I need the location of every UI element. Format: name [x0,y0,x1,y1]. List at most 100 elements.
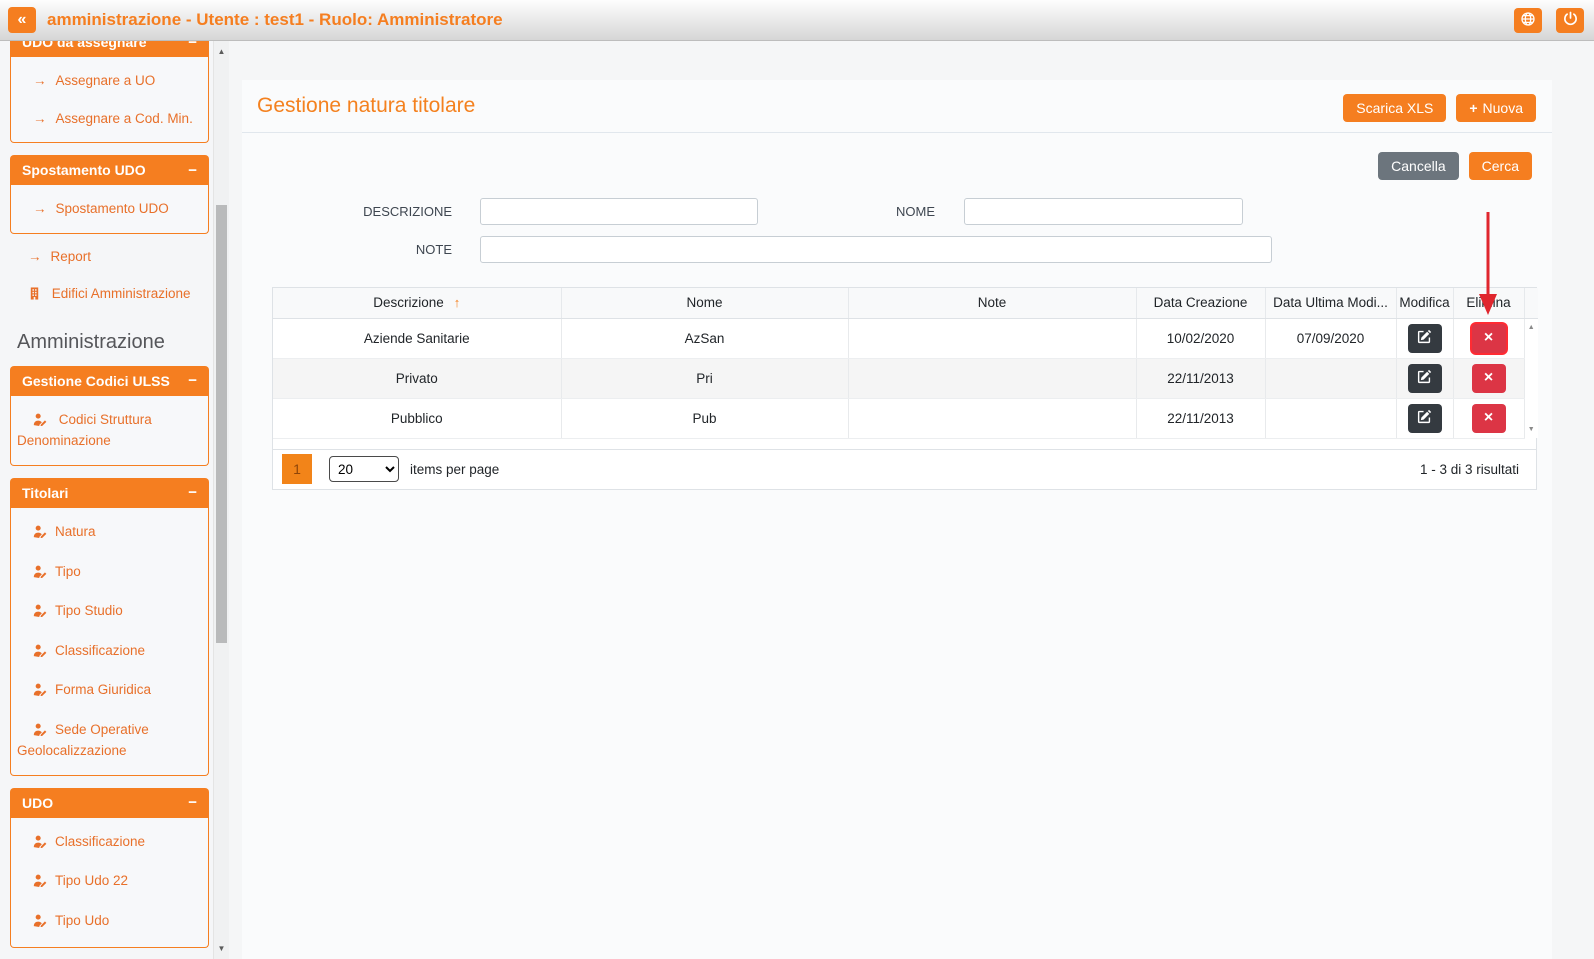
cell-data-ultima-modifica [1265,358,1396,398]
scrollbar-down-icon[interactable]: ▼ [214,944,229,953]
edit-pencil-icon [1417,329,1432,347]
sidebar-item-label: Tipo Udo 22 [55,873,128,888]
sidebar-item-codici-struttura-denominazione[interactable]: Codici Struttura Denominazione [15,401,204,460]
sidebar-item-udo-classificazione[interactable]: Classificazione [15,823,204,863]
arrow-right-icon: → [28,247,42,267]
collapse-minus-icon[interactable]: − [188,41,197,51]
cell-note [848,358,1136,398]
sidebar-item-natura[interactable]: Natura [15,513,204,553]
section-title: Gestione Codici ULSS [22,373,170,389]
scarica-xls-button[interactable]: Scarica XLS [1343,94,1446,122]
results-grid: Descrizione↑ Nome Note Data Creazione Da… [272,287,1537,490]
sidebar-item-report[interactable]: → Report [10,238,209,276]
sidebar-scrollbar-thumb[interactable] [216,205,227,643]
elimina-button[interactable]: × [1472,404,1506,433]
sidebar-item-label: Tipo Studio [55,603,123,618]
person-edit-icon [33,566,48,581]
sidebar-item-tipo[interactable]: Tipo [15,553,204,593]
section-title: Spostamento UDO [22,162,146,178]
sidebar-section-titolari: Titolari − Natura Tipo Tipo Studio Class… [10,478,209,776]
topbar-actions [1514,8,1584,33]
section-title: UDO da assegnare [22,41,147,50]
sidebar-item-edifici-amministrazione[interactable]: Edifici Amministrazione [10,275,209,315]
collapse-minus-icon[interactable]: − [188,484,197,501]
sidebar-scrollbar[interactable]: ▲ ▼ [213,41,229,959]
section-header-gestione-codici-ulss[interactable]: Gestione Codici ULSS − [10,366,209,396]
sidebar-section-gestione-codici-ulss: Gestione Codici ULSS − Codici Struttura … [10,366,209,466]
person-edit-icon [33,915,48,930]
column-header-modifica: Modifica [1396,288,1453,318]
person-edit-icon [33,875,48,890]
sidebar-item-assegnare-a-uo[interactable]: →Assegnare a UO [15,62,204,100]
note-label: NOTE [242,242,480,257]
modifica-button[interactable] [1408,324,1442,353]
cell-descrizione: Pubblico [273,398,561,438]
cancella-button[interactable]: Cancella [1378,152,1458,180]
cell-nome: Pub [561,398,848,438]
sidebar-section-udo-da-assegnare: UDO da assegnare − →Assegnare a UO →Asse… [10,41,209,143]
sidebar-item-spostamento-udo[interactable]: →Spostamento UDO [15,190,204,228]
section-header-spostamento-udo[interactable]: Spostamento UDO − [10,155,209,185]
person-edit-icon [33,645,48,660]
table-scrollbar-down-icon[interactable]: ▼ [1524,398,1538,438]
modifica-button[interactable] [1408,404,1442,433]
sidebar-item-sede-operative-geolocalizzazione[interactable]: Sede Operative Geolocalizzazione [15,711,204,770]
sidebar-item-classificazione[interactable]: Classificazione [15,632,204,672]
logout-power-button[interactable] [1556,8,1584,33]
column-header-data-creazione[interactable]: Data Creazione [1136,288,1265,318]
collapse-minus-icon[interactable]: − [188,794,197,811]
descrizione-label: DESCRIZIONE [242,204,480,219]
sidebar-item-label: Natura [55,524,96,539]
table-scrollbar-up-icon[interactable]: ▲ [1524,318,1538,358]
collapse-minus-icon[interactable]: − [188,162,197,179]
note-input[interactable] [480,236,1272,263]
section-header-titolari[interactable]: Titolari − [10,478,209,508]
cerca-button[interactable]: Cerca [1469,152,1532,180]
column-header-data-ultima-modifica[interactable]: Data Ultima Modi... [1265,288,1396,318]
building-icon [28,288,45,303]
column-header-note[interactable]: Note [848,288,1136,318]
sidebar-item-tipo-udo[interactable]: Tipo Udo [15,902,204,942]
sidebar-item-label: Forma Giuridica [55,682,151,697]
sidebar-item-tipo-studio[interactable]: Tipo Studio [15,592,204,632]
cell-data-creazione: 22/11/2013 [1136,398,1265,438]
section-header-udo[interactable]: UDO − [10,788,209,818]
table-scrollbar-track[interactable] [1524,358,1538,398]
sidebar-item-tipo-udo-22[interactable]: Tipo Udo 22 [15,862,204,902]
table-row: Privato Pri 22/11/2013 × [273,358,1538,398]
nuova-button[interactable]: +Nuova [1456,94,1536,122]
sidebar-item-label: Classificazione [55,834,145,849]
column-header-descrizione[interactable]: Descrizione↑ [273,288,561,318]
results-count-label: 1 - 3 di 3 risultati [1420,462,1519,477]
cell-data-creazione: 22/11/2013 [1136,358,1265,398]
elimina-button[interactable]: × [1472,324,1506,353]
table-row: Pubblico Pub 22/11/2013 × ▼ [273,398,1538,438]
nome-label: NOME [758,204,964,219]
column-header-nome[interactable]: Nome [561,288,848,318]
person-edit-icon [33,684,48,699]
sidebar-item-label: Edifici Amministrazione [52,286,191,301]
scrollbar-up-icon[interactable]: ▲ [214,47,229,56]
cell-descrizione: Aziende Sanitarie [273,318,561,358]
section-title: UDO [22,795,53,811]
sidebar-item-label: Report [51,249,92,264]
collapse-minus-icon[interactable]: − [188,372,197,389]
modifica-button[interactable] [1408,364,1442,393]
sidebar-item-forma-giuridica[interactable]: Forma Giuridica [15,671,204,711]
nome-input[interactable] [964,198,1243,225]
sidebar-item-assegnare-a-cod-min[interactable]: →Assegnare a Cod. Min. [15,100,204,138]
sidebar-item-label: Tipo [55,564,81,579]
sidebar-collapse-button[interactable]: « [8,7,36,33]
app-title: amministrazione - Utente : test1 - Ruolo… [47,10,503,30]
page-1-button[interactable]: 1 [282,454,312,484]
sort-ascending-icon: ↑ [454,295,461,310]
delete-x-icon: × [1484,410,1493,426]
page-size-select[interactable]: 20 [329,456,399,482]
sidebar-item-label: Assegnare a Cod. Min. [56,111,193,126]
elimina-button[interactable]: × [1472,364,1506,393]
descrizione-input[interactable] [480,198,758,225]
globe-icon [1520,11,1536,30]
cell-nome: Pri [561,358,848,398]
language-globe-button[interactable] [1514,8,1542,33]
section-header-udo-da-assegnare[interactable]: UDO da assegnare − [10,41,209,57]
